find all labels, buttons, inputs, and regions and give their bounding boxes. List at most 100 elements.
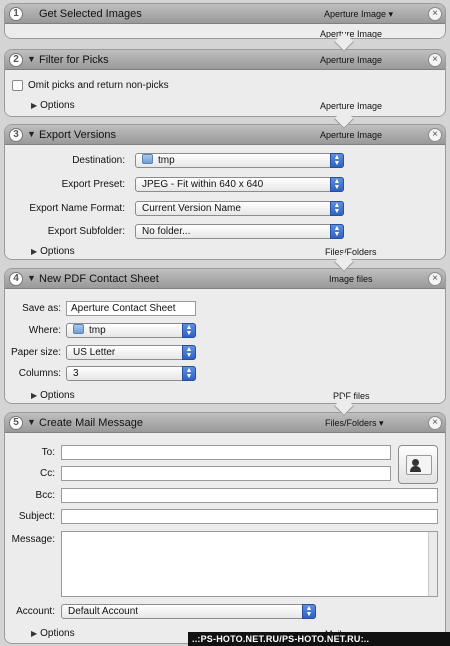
account-label: Account: [16,606,55,617]
options-disclosure[interactable]: ▶ Options [31,628,75,639]
subject-field[interactable] [61,509,438,524]
action-title: Get Selected Images [39,8,142,20]
header-io-type: Aperture Image [320,55,383,65]
disclosure-triangle-icon: ▶ [31,247,38,256]
action-header[interactable]: 3 ▼ Export Versions Aperture Image × [5,125,445,145]
cc-label: Cc: [40,468,55,479]
where-label: Where: [28,325,61,336]
close-icon[interactable]: × [428,128,442,142]
to-field[interactable] [61,445,391,460]
account-value: Default Account [68,606,139,617]
action-filter-for-picks: 2 ▼ Filter for Picks Aperture Image × Om… [4,49,446,117]
bcc-field[interactable] [61,488,438,503]
destination-label: Destination: [72,155,125,166]
disclosure-triangle-icon: ▶ [31,391,38,400]
action-export-versions: 3 ▼ Export Versions Aperture Image × Des… [4,124,446,260]
columns-label: Columns: [18,368,61,379]
header-io-type[interactable]: Files/Folders ▾ [325,418,384,429]
paper-size-popup[interactable]: US Letter ▲ ▼ [66,345,196,360]
options-disclosure[interactable]: ▶ Options [31,246,75,257]
bcc-label: Bcc: [35,490,55,501]
export-name-format-popup[interactable]: Current Version Name ▲ ▼ [135,201,344,216]
header-io-type: Aperture Image [320,130,383,140]
paper-size-label: Paper size: [10,347,61,358]
action-get-selected-images: 1 Get Selected Images Aperture Image ▾ ×… [4,3,446,39]
columns-value: 3 [73,368,79,379]
destination-value: tmp [158,155,175,166]
popup-arrow-icon: ▲ ▼ [330,153,344,168]
action-number: 3 [9,128,23,142]
options-disclosure[interactable]: ▶ Options [31,390,75,401]
disclosure-triangle-icon[interactable]: ▼ [27,54,36,64]
export-name-format-value: Current Version Name [142,203,241,214]
close-icon[interactable]: × [428,53,442,67]
where-popup[interactable]: tmp ▲ ▼ [66,323,196,338]
action-new-pdf-contact-sheet: 4 ▼ New PDF Contact Sheet Image files × … [4,268,446,404]
columns-popup[interactable]: 3 ▲ ▼ [66,366,196,381]
close-icon[interactable]: × [428,7,442,21]
export-subfolder-popup[interactable]: No folder... ▲ ▼ [135,224,344,239]
disclosure-triangle-icon[interactable]: ▼ [27,417,36,427]
save-as-field[interactable]: Aperture Contact Sheet [66,301,196,316]
output-type-label: Aperture Image [320,101,383,111]
options-label: Options [40,390,75,401]
address-book-icon [406,455,432,475]
options-label: Options [40,628,75,639]
action-title: Filter for Picks [39,54,109,66]
action-number: 5 [9,416,23,430]
action-number: 2 [9,53,23,67]
action-body: Aperture Image [5,25,445,38]
header-io-type[interactable]: Aperture Image ▾ [324,9,393,20]
popup-arrow-icon: ▲ ▼ [182,345,196,360]
cc-field[interactable] [61,466,391,481]
watermark-banner: ..:PS-HOTO.NET.RU/PS-HOTO.NET.RU:.. [188,632,450,646]
action-header[interactable]: 4 ▼ New PDF Contact Sheet Image files × [5,269,445,289]
omit-picks-checkbox[interactable] [12,80,23,91]
action-body: Destination: tmp ▲ ▼ Export Preset: JPEG … [5,146,445,259]
action-body: Omit picks and return non-picks ▶ Options… [5,71,445,116]
options-label: Options [40,100,75,111]
folder-icon [142,154,153,164]
popup-arrow-icon: ▲ ▼ [302,604,316,619]
export-preset-value: JPEG - Fit within 640 x 640 [142,179,264,190]
options-label: Options [40,246,75,257]
export-preset-popup[interactable]: JPEG - Fit within 640 x 640 ▲ ▼ [135,177,344,192]
action-header[interactable]: 2 ▼ Filter for Picks Aperture Image × [5,50,445,70]
close-icon[interactable]: × [428,272,442,286]
action-body: Save as: Aperture Contact Sheet Where: t… [5,290,445,403]
action-header[interactable]: 1 Get Selected Images Aperture Image ▾ × [5,4,445,24]
where-value: tmp [89,325,106,336]
options-disclosure[interactable]: ▶ Options [31,100,75,111]
address-book-button[interactable] [398,445,438,484]
close-icon[interactable]: × [428,416,442,430]
action-number: 4 [9,272,23,286]
popup-arrow-icon: ▲ ▼ [330,224,344,239]
popup-arrow-icon: ▲ ▼ [182,366,196,381]
action-title: Create Mail Message [39,417,143,429]
action-number: 1 [9,7,23,21]
disclosure-triangle-icon[interactable]: ▼ [27,129,36,139]
popup-arrow-icon: ▲ ▼ [330,201,344,216]
popup-arrow-icon: ▲ ▼ [330,177,344,192]
omit-picks-label: Omit picks and return non-picks [28,80,169,91]
disclosure-triangle-icon: ▶ [31,629,38,638]
action-body: To: Cc: Bcc: Subject: Message: Account: … [5,434,445,643]
destination-popup[interactable]: tmp ▲ ▼ [135,153,344,168]
save-as-label: Save as: [22,303,61,314]
action-create-mail-message: 5 ▼ Create Mail Message Files/Folders ▾ … [4,412,446,644]
action-title: New PDF Contact Sheet [39,273,159,285]
export-preset-label: Export Preset: [61,179,125,190]
output-type-label: PDF files [333,391,370,401]
action-header[interactable]: 5 ▼ Create Mail Message Files/Folders ▾ … [5,413,445,433]
subject-label: Subject: [18,511,55,522]
header-io-type: Image files [329,274,373,284]
message-scrollbar[interactable] [428,532,437,596]
message-textarea[interactable] [61,531,438,597]
action-title: Export Versions [39,129,117,141]
disclosure-triangle-icon[interactable]: ▼ [27,273,36,283]
export-subfolder-label: Export Subfolder: [47,226,125,237]
message-label: Message: [11,534,55,545]
account-popup[interactable]: Default Account ▲ ▼ [61,604,316,619]
export-name-format-label: Export Name Format: [29,203,125,214]
popup-arrow-icon: ▲ ▼ [182,323,196,338]
